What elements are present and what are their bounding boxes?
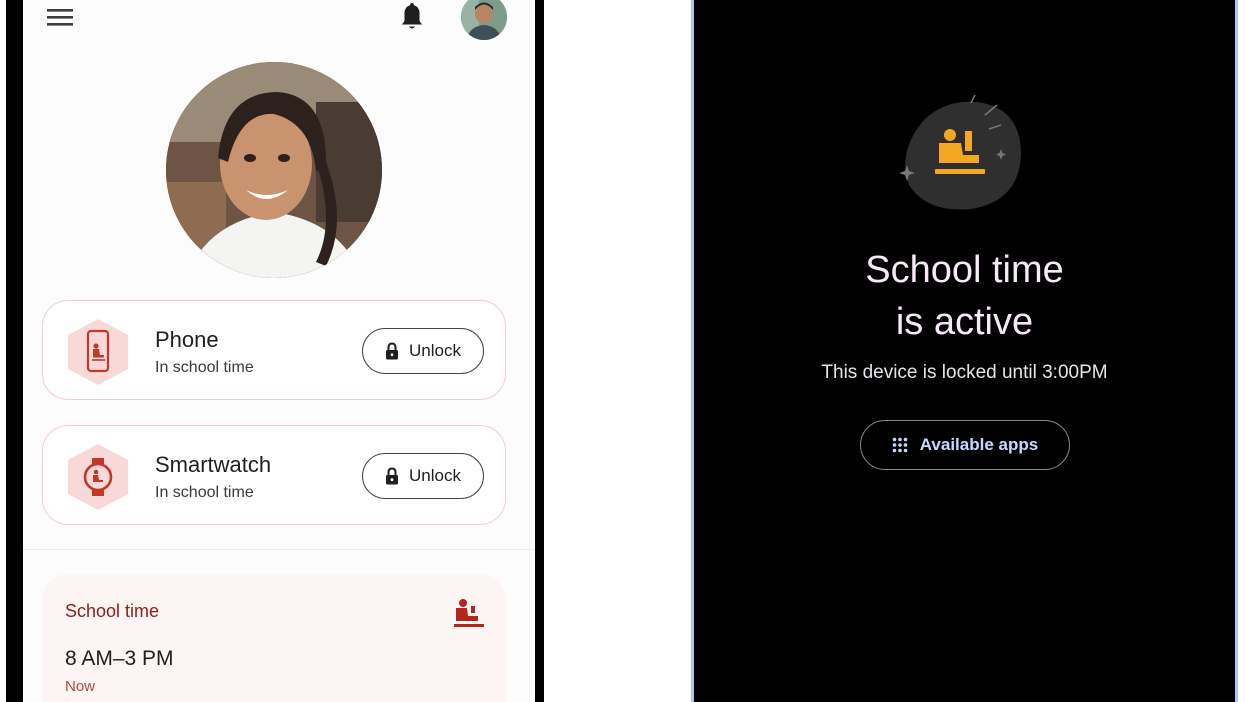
bell-icon[interactable] — [399, 2, 425, 32]
parent-avatar[interactable] — [461, 0, 507, 40]
headline-line-2: is active — [895, 301, 1034, 343]
watch-school-icon — [68, 444, 128, 510]
locked-until-message: This device is locked until 3:00PM — [821, 362, 1108, 383]
student-seat-icon — [454, 599, 484, 627]
device-status: In school time — [155, 484, 254, 501]
school-time-hours: 8 AM–3 PM — [65, 647, 174, 670]
school-time-card[interactable]: School time 8 AM–3 PM Now — [42, 574, 506, 702]
family-link-screen: Phone In school time Unlock Smartwatch I… — [23, 0, 535, 702]
lock-icon — [386, 342, 399, 360]
device-status: In school time — [155, 359, 254, 376]
lock-icon — [386, 467, 399, 485]
available-apps-button[interactable]: Available apps — [860, 420, 1070, 470]
parent-phone-frame: Phone In school time Unlock Smartwatch I… — [6, 0, 544, 702]
phone-school-icon — [68, 319, 128, 385]
unlock-button-label: Unlock — [409, 341, 461, 360]
device-name: Phone — [155, 327, 219, 352]
school-time-title: School time — [65, 601, 160, 621]
unlock-button-label: Unlock — [409, 466, 461, 485]
section-divider — [23, 549, 535, 550]
device-card-smartwatch[interactable]: Smartwatch In school time Unlock — [42, 425, 506, 525]
device-name: Smartwatch — [155, 452, 272, 477]
unlock-phone-button[interactable]: Unlock — [362, 328, 484, 374]
child-device-frame: School time is active This device is loc… — [691, 0, 1238, 702]
apps-grid-icon — [892, 437, 908, 453]
available-apps-label: Available apps — [919, 435, 1039, 454]
device-card-phone[interactable]: Phone In school time Unlock — [42, 300, 506, 400]
child-profile-photo — [166, 62, 382, 278]
unlock-smartwatch-button[interactable]: Unlock — [362, 453, 484, 499]
school-time-state: Now — [65, 678, 96, 695]
lock-headline: School time is active — [694, 244, 1235, 348]
student-raised-hand-icon — [899, 94, 1021, 210]
hamburger-menu-icon[interactable] — [46, 5, 74, 29]
headline-line-1: School time — [865, 249, 1064, 291]
